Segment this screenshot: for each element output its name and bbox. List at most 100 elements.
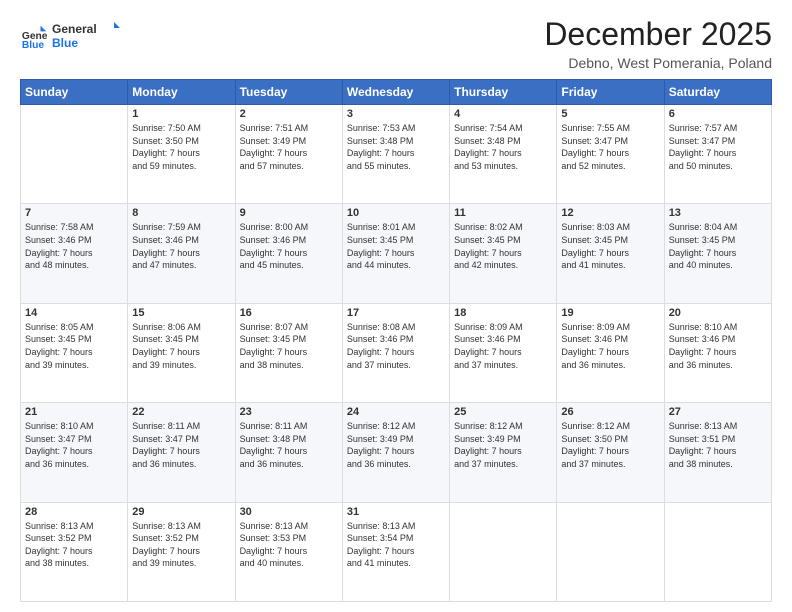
- calendar-cell: 2 Sunrise: 7:51 AMSunset: 3:49 PMDaylight…: [235, 105, 342, 204]
- day-info: Sunrise: 7:50 AMSunset: 3:50 PMDaylight:…: [132, 122, 230, 172]
- day-info: Sunrise: 8:11 AMSunset: 3:48 PMDaylight:…: [240, 420, 338, 470]
- title-block: December 2025 Debno, West Pomerania, Pol…: [544, 16, 772, 71]
- col-tuesday: Tuesday: [235, 80, 342, 105]
- calendar-cell: 4Sunrise: 7:54 AMSunset: 3:48 PMDaylight…: [450, 105, 557, 204]
- day-number: 26: [561, 406, 659, 418]
- col-friday: Friday: [557, 80, 664, 105]
- day-info: Sunrise: 8:12 AMSunset: 3:50 PMDaylight:…: [561, 420, 659, 470]
- day-number: 25: [454, 406, 552, 418]
- day-number: 8: [132, 207, 230, 219]
- calendar-cell: 14 Sunrise: 8:05 AMSunset: 3:45 PMDayligh…: [21, 303, 128, 402]
- calendar-cell: 29 Sunrise: 8:13 AMSunset: 3:52 PMDayligh…: [128, 502, 235, 601]
- day-info: Sunrise: 7:55 AMSunset: 3:47 PMDaylight:…: [561, 122, 659, 172]
- calendar-cell: 6 Sunrise: 7:57 AMSunset: 3:47 PMDaylight…: [664, 105, 771, 204]
- calendar-cell: 8 Sunrise: 7:59 AMSunset: 3:46 PMDaylight…: [128, 204, 235, 303]
- day-number: 21: [25, 406, 123, 418]
- calendar-cell: 24 Sunrise: 8:12 AMSunset: 3:49 PMDayligh…: [342, 403, 449, 502]
- header: General Blue General Blue December 2025 …: [20, 16, 772, 71]
- svg-text:General: General: [52, 22, 97, 36]
- calendar-cell: [557, 502, 664, 601]
- logo-text: General Blue: [52, 20, 122, 52]
- day-info: Sunrise: 8:01 AMSunset: 3:45 PMDaylight:…: [347, 221, 445, 271]
- calendar-cell: 9Sunrise: 8:00 AMSunset: 3:46 PMDaylight…: [235, 204, 342, 303]
- day-number: 6: [669, 108, 767, 120]
- day-number: 15: [132, 307, 230, 319]
- day-number: 1: [132, 108, 230, 120]
- day-number: 31: [347, 506, 445, 518]
- page-subtitle: Debno, West Pomerania, Poland: [544, 55, 772, 71]
- day-info: Sunrise: 8:04 AMSunset: 3:45 PMDaylight:…: [669, 221, 767, 271]
- day-number: 16: [240, 307, 338, 319]
- day-number: 2: [240, 108, 338, 120]
- calendar-cell: [664, 502, 771, 601]
- day-info: Sunrise: 8:03 AMSunset: 3:45 PMDaylight:…: [561, 221, 659, 271]
- day-info: Sunrise: 7:54 AMSunset: 3:48 PMDaylight:…: [454, 122, 552, 172]
- col-sunday: Sunday: [21, 80, 128, 105]
- day-info: Sunrise: 8:05 AMSunset: 3:45 PMDaylight:…: [25, 321, 123, 371]
- day-info: Sunrise: 8:13 AMSunset: 3:51 PMDaylight:…: [669, 420, 767, 470]
- day-number: 22: [132, 406, 230, 418]
- calendar-cell: 10 Sunrise: 8:01 AMSunset: 3:45 PMDayligh…: [342, 204, 449, 303]
- calendar-week-row: 28 Sunrise: 8:13 AMSunset: 3:52 PMDayligh…: [21, 502, 772, 601]
- day-number: 28: [25, 506, 123, 518]
- day-info: Sunrise: 7:57 AMSunset: 3:47 PMDaylight:…: [669, 122, 767, 172]
- day-info: Sunrise: 8:08 AMSunset: 3:46 PMDaylight:…: [347, 321, 445, 371]
- calendar-cell: 15 Sunrise: 8:06 AMSunset: 3:45 PMDayligh…: [128, 303, 235, 402]
- day-number: 20: [669, 307, 767, 319]
- calendar-cell: 7 Sunrise: 7:58 AMSunset: 3:46 PMDaylight…: [21, 204, 128, 303]
- calendar-cell: 3Sunrise: 7:53 AMSunset: 3:48 PMDaylight…: [342, 105, 449, 204]
- logo-icon: General Blue: [20, 22, 48, 50]
- calendar-cell: 30 Sunrise: 8:13 AMSunset: 3:53 PMDayligh…: [235, 502, 342, 601]
- day-number: 17: [347, 307, 445, 319]
- day-number: 19: [561, 307, 659, 319]
- calendar-cell: 22Sunrise: 8:11 AMSunset: 3:47 PMDayligh…: [128, 403, 235, 502]
- day-info: Sunrise: 8:09 AMSunset: 3:46 PMDaylight:…: [454, 321, 552, 371]
- calendar-cell: 17 Sunrise: 8:08 AMSunset: 3:46 PMDayligh…: [342, 303, 449, 402]
- day-number: 18: [454, 307, 552, 319]
- logo: General Blue General Blue: [20, 20, 122, 52]
- day-number: 29: [132, 506, 230, 518]
- day-info: Sunrise: 7:59 AMSunset: 3:46 PMDaylight:…: [132, 221, 230, 271]
- day-info: Sunrise: 8:02 AMSunset: 3:45 PMDaylight:…: [454, 221, 552, 271]
- calendar-cell: [450, 502, 557, 601]
- day-info: Sunrise: 8:13 AMSunset: 3:52 PMDaylight:…: [132, 520, 230, 570]
- day-info: Sunrise: 8:07 AMSunset: 3:45 PMDaylight:…: [240, 321, 338, 371]
- calendar-cell: 27Sunrise: 8:13 AMSunset: 3:51 PMDayligh…: [664, 403, 771, 502]
- calendar-cell: 5 Sunrise: 7:55 AMSunset: 3:47 PMDaylight…: [557, 105, 664, 204]
- calendar-week-row: 1 Sunrise: 7:50 AMSunset: 3:50 PMDaylight…: [21, 105, 772, 204]
- day-number: 10: [347, 207, 445, 219]
- day-info: Sunrise: 7:58 AMSunset: 3:46 PMDaylight:…: [25, 221, 123, 271]
- day-number: 13: [669, 207, 767, 219]
- day-number: 3: [347, 108, 445, 120]
- calendar-cell: 11 Sunrise: 8:02 AMSunset: 3:45 PMDayligh…: [450, 204, 557, 303]
- calendar-cell: 12Sunrise: 8:03 AMSunset: 3:45 PMDayligh…: [557, 204, 664, 303]
- calendar-cell: 31Sunrise: 8:13 AMSunset: 3:54 PMDayligh…: [342, 502, 449, 601]
- svg-text:Blue: Blue: [22, 40, 45, 50]
- col-wednesday: Wednesday: [342, 80, 449, 105]
- day-info: Sunrise: 8:06 AMSunset: 3:45 PMDaylight:…: [132, 321, 230, 371]
- day-info: Sunrise: 7:51 AMSunset: 3:49 PMDaylight:…: [240, 122, 338, 172]
- calendar-cell: 18 Sunrise: 8:09 AMSunset: 3:46 PMDayligh…: [450, 303, 557, 402]
- calendar-cell: 19Sunrise: 8:09 AMSunset: 3:46 PMDayligh…: [557, 303, 664, 402]
- day-info: Sunrise: 8:13 AMSunset: 3:52 PMDaylight:…: [25, 520, 123, 570]
- col-monday: Monday: [128, 80, 235, 105]
- day-number: 23: [240, 406, 338, 418]
- col-saturday: Saturday: [664, 80, 771, 105]
- calendar-cell: 13 Sunrise: 8:04 AMSunset: 3:45 PMDayligh…: [664, 204, 771, 303]
- calendar-week-row: 21Sunrise: 8:10 AMSunset: 3:47 PMDayligh…: [21, 403, 772, 502]
- day-info: Sunrise: 8:00 AMSunset: 3:46 PMDaylight:…: [240, 221, 338, 271]
- day-number: 30: [240, 506, 338, 518]
- svg-text:Blue: Blue: [52, 36, 78, 50]
- calendar-week-row: 7 Sunrise: 7:58 AMSunset: 3:46 PMDaylight…: [21, 204, 772, 303]
- calendar-cell: 25Sunrise: 8:12 AMSunset: 3:49 PMDayligh…: [450, 403, 557, 502]
- day-info: Sunrise: 8:13 AMSunset: 3:53 PMDaylight:…: [240, 520, 338, 570]
- day-number: 11: [454, 207, 552, 219]
- day-info: Sunrise: 8:12 AMSunset: 3:49 PMDaylight:…: [347, 420, 445, 470]
- day-number: 24: [347, 406, 445, 418]
- day-number: 7: [25, 207, 123, 219]
- calendar-week-row: 14 Sunrise: 8:05 AMSunset: 3:45 PMDayligh…: [21, 303, 772, 402]
- day-number: 14: [25, 307, 123, 319]
- day-info: Sunrise: 8:10 AMSunset: 3:46 PMDaylight:…: [669, 321, 767, 371]
- calendar-cell: 16 Sunrise: 8:07 AMSunset: 3:45 PMDayligh…: [235, 303, 342, 402]
- day-number: 5: [561, 108, 659, 120]
